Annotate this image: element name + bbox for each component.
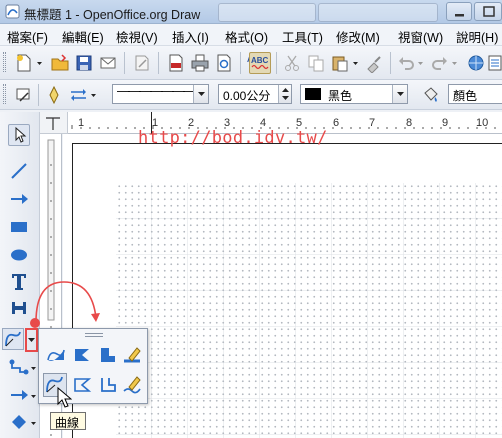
maximize-button[interactable] <box>474 2 502 21</box>
menu-window[interactable]: 視窗(W) <box>398 27 443 46</box>
tooltip: 曲線 <box>50 412 86 430</box>
line-style-select[interactable]: ——————— <box>112 83 209 104</box>
background-window-tab[interactable] <box>318 3 438 22</box>
toolbar-separator <box>158 52 159 74</box>
undo-dropdown-arrow[interactable] <box>417 53 424 73</box>
new-document-icon[interactable] <box>14 53 34 73</box>
ruler-tick-label: 7 <box>369 117 376 129</box>
ruler-tick-label: 6 <box>333 117 340 129</box>
line-width-value: 0.00公分 <box>223 89 271 103</box>
line-color-select[interactable]: 黑色 <box>300 84 408 104</box>
toolbar-grip[interactable] <box>3 84 6 104</box>
paste-dropdown-arrow[interactable] <box>352 53 359 73</box>
menu-view[interactable]: 檢視(V) <box>116 27 158 46</box>
line-and-filling-toolbar: ——————— 0.00公分 黑色 顏色 <box>0 80 502 110</box>
ellipse-tool-icon[interactable] <box>8 244 30 266</box>
line-color-value: 黑色 <box>328 89 353 103</box>
watermark-url: http://bod.idv.tw/ <box>138 128 328 148</box>
background-window-tab[interactable] <box>218 3 316 22</box>
freeform-line-icon[interactable] <box>121 374 143 396</box>
open-folder-icon[interactable] <box>50 53 70 73</box>
print-icon[interactable] <box>190 53 210 73</box>
cut-icon[interactable] <box>282 53 302 73</box>
lines-dropdown-arrow[interactable] <box>30 386 37 406</box>
minimize-button[interactable] <box>446 2 472 21</box>
toolbar-separator <box>390 52 391 74</box>
menu-insert[interactable]: 插入(I) <box>172 27 209 46</box>
clone-formatting-icon[interactable] <box>364 53 384 73</box>
window-title: 無標題 1 - OpenOffice.org Draw <box>24 8 201 22</box>
rectangle-tool-icon[interactable] <box>8 216 30 238</box>
ruler-corner <box>40 112 68 134</box>
line-color-swatch <box>305 88 321 100</box>
ruler-tick-label: 10 <box>476 117 489 129</box>
line-width-spinner[interactable] <box>278 85 291 103</box>
standard-toolbar: ABC ABC <box>0 46 502 80</box>
freeform-line-filled-icon[interactable] <box>121 344 143 366</box>
copy-icon[interactable] <box>306 53 326 73</box>
toolbar-separator <box>240 52 241 74</box>
print-preview-icon[interactable] <box>214 53 234 73</box>
area-fill-bucket-icon[interactable] <box>420 85 440 105</box>
polygon-45-filled-icon[interactable] <box>97 344 119 366</box>
save-icon[interactable] <box>74 53 94 73</box>
grid-lines <box>116 183 502 438</box>
polygon-filled-icon[interactable] <box>71 344 93 366</box>
lines-and-arrows-tool-icon[interactable] <box>8 384 30 406</box>
select-tool-icon[interactable] <box>8 124 30 146</box>
toolbar-grip[interactable] <box>3 52 6 72</box>
redo-icon[interactable] <box>430 53 450 73</box>
toolbar-separator <box>124 52 125 74</box>
navigator-icon[interactable] <box>488 53 502 73</box>
line-ends-with-arrow-icon[interactable] <box>8 188 30 210</box>
menu-modify[interactable]: 修改(M) <box>336 27 380 46</box>
basic-shapes-dropdown-arrow[interactable] <box>30 413 37 433</box>
connector-dropdown-arrow[interactable] <box>30 358 37 378</box>
menu-tools[interactable]: 工具(T) <box>282 27 323 46</box>
line-style-dropdown-arrow[interactable] <box>193 85 208 103</box>
svg-text:ABC: ABC <box>251 56 269 65</box>
email-icon[interactable] <box>98 53 118 73</box>
ruler-tick-label: 1 <box>78 117 85 129</box>
arrow-style-icon[interactable] <box>68 85 88 105</box>
menu-edit[interactable]: 編輯(E) <box>62 27 104 46</box>
ruler-tick-label: 8 <box>406 117 413 129</box>
toolbar-separator <box>38 84 39 106</box>
area-style-value: 顏色 <box>453 89 478 103</box>
redo-dropdown-arrow[interactable] <box>451 53 458 73</box>
menu-file[interactable]: 檔案(F) <box>7 27 48 46</box>
hyperlink-icon[interactable] <box>466 53 486 73</box>
line-style-pen-icon[interactable] <box>44 85 64 105</box>
menu-bar: 檔案(F) 編輯(E) 檢視(V) 插入(I) 格式(O) 工具(T) 修改(M… <box>0 24 502 46</box>
ruler-tick-label: 9 <box>442 117 449 129</box>
title-bar[interactable]: 無標題 1 - OpenOffice.org Draw <box>0 0 502 24</box>
curve-filled-icon[interactable] <box>45 344 67 366</box>
connector-tool-icon[interactable] <box>8 356 30 378</box>
line-properties-icon[interactable] <box>14 85 34 105</box>
line-tool-icon[interactable] <box>8 160 30 182</box>
curve-floating-toolbar <box>38 328 148 404</box>
popup-grip[interactable] <box>85 333 103 337</box>
area-style-select[interactable]: 顏色 <box>448 84 502 104</box>
polygon-45-icon[interactable] <box>97 374 119 396</box>
autospellcheck-icon[interactable]: ABC <box>249 52 271 74</box>
line-color-dropdown-arrow[interactable] <box>392 85 407 103</box>
app-icon <box>5 4 20 19</box>
new-dropdown-arrow[interactable] <box>36 53 43 73</box>
polygon-icon[interactable] <box>71 374 93 396</box>
undo-icon[interactable] <box>396 53 416 73</box>
basic-shapes-tool-icon[interactable] <box>8 411 30 433</box>
mouse-pointer-icon <box>57 386 72 408</box>
export-pdf-icon[interactable] <box>166 53 186 73</box>
menu-format[interactable]: 格式(O) <box>225 27 268 46</box>
line-width-field[interactable]: 0.00公分 <box>218 84 292 104</box>
paste-icon[interactable] <box>330 53 350 73</box>
arrow-style-dropdown-arrow[interactable] <box>90 85 97 105</box>
menu-help[interactable]: 說明(H) <box>456 27 498 46</box>
line-style-value: ——————— <box>117 83 196 98</box>
toolbar-separator <box>276 52 277 74</box>
edit-file-icon[interactable] <box>132 53 152 73</box>
